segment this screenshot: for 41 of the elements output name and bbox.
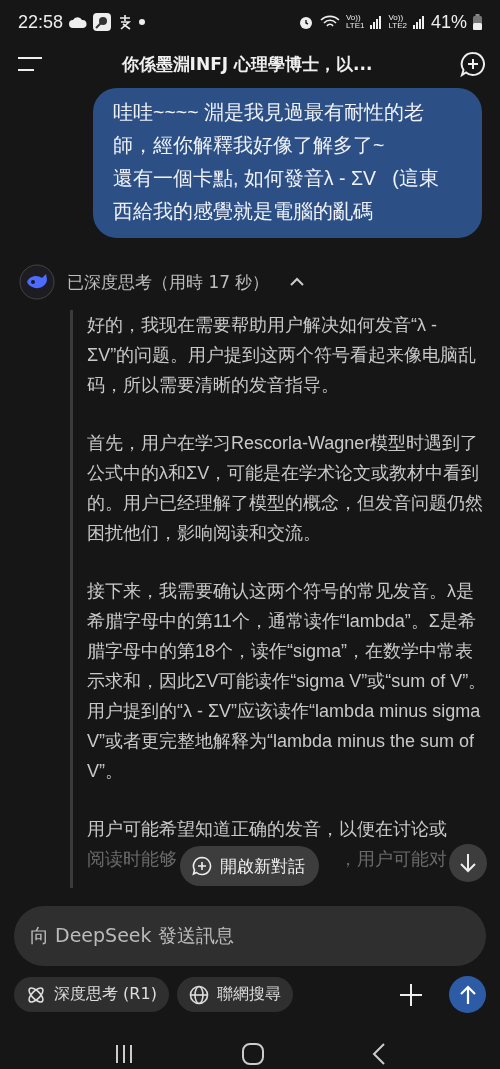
thinking-paragraph: 首先，用户在学习Rescorla-Wagner模型时遇到了公式中的λ和ΣV，可能是在学术论文或教材中看到的。用户已经理解了模型的概念，但发音问题仍然困扰他们，影响阅读和交流。 <box>87 432 484 545</box>
user-message: 哇哇~~~~ 淵是我見過最有耐性的老師，經你解釋我好像了解多了~ 還有一個卡點, 如何發音λ - ΣV (這東西給我的感覺就是電腦的亂碼 <box>93 88 482 238</box>
home-icon[interactable] <box>242 1043 264 1065</box>
whale-avatar-icon <box>19 264 55 300</box>
send-button[interactable] <box>449 976 486 1013</box>
thinking-paragraph: 好的，我现在需要帮助用户解决如何发音“λ - ΣV”的问题。用户提到这两个符号看起来像电脑乱码，所以需要清晰的发音指导。 <box>87 314 478 397</box>
chat-plus-icon <box>192 856 212 876</box>
back-icon[interactable] <box>372 1043 386 1065</box>
arrow-up-icon <box>459 984 476 1005</box>
status-time: 22:58 <box>18 11 64 33</box>
scroll-down-button[interactable] <box>449 844 487 882</box>
notification-icon <box>117 14 134 30</box>
plus-icon[interactable] <box>399 982 423 1007</box>
chat-title: 你係墨淵INFJ 心理學博士，以... <box>120 52 374 76</box>
dot-icon <box>139 19 146 25</box>
signal-icon <box>412 15 425 29</box>
cloud-icon <box>69 16 88 28</box>
app-icon <box>93 13 112 31</box>
menu-icon[interactable] <box>18 57 42 71</box>
chevron-icon[interactable] <box>289 276 306 288</box>
battery-icon <box>473 14 482 30</box>
signal-icon <box>370 15 383 29</box>
battery-level: 41% <box>430 11 467 33</box>
network-label: Vo)) LTE1 <box>345 14 365 30</box>
alarm-icon <box>297 14 314 30</box>
recent-apps-icon[interactable] <box>114 1045 134 1063</box>
arrow-down-icon <box>459 853 477 873</box>
faded-text: 阅读时能够 <box>87 848 177 871</box>
wifi-icon <box>319 15 340 29</box>
mode-chip[interactable]: 深度思考 (R1) <box>14 977 169 1012</box>
atom-icon <box>26 984 46 1005</box>
new-chat-icon[interactable] <box>460 51 486 77</box>
globe-icon <box>188 984 209 1005</box>
thinking-paragraph: 接下来，我需要确认这两个符号的常见发音。λ是希腊字母中的第11个，通常读作“lambda”。Σ是希腊字母中的第18个，读作“sigma”，在数学中常表示求和，因此ΣV可能读作“sigma V”或“sum of V”。用户提到的“λ - ΣV”应该读作“lambda minus sigma V”或者更完整地解释为“lambda minus the sum of V”。 <box>87 580 487 783</box>
new-chat-button[interactable]: 開啟新對話 <box>180 846 319 886</box>
mode-chip[interactable]: 聯網搜尋 <box>176 977 293 1012</box>
thinking-label[interactable]: 已深度思考（用時 17 秒） <box>67 270 270 294</box>
network-label: Vo)) LTE2 <box>388 14 407 30</box>
message-input[interactable]: 向 DeepSeek 發送訊息 <box>14 906 486 966</box>
faded-text: ，用户可能对 <box>339 848 447 871</box>
thinking-paragraph: 用户可能希望知道正确的发音，以便在讨论或 <box>87 818 448 841</box>
